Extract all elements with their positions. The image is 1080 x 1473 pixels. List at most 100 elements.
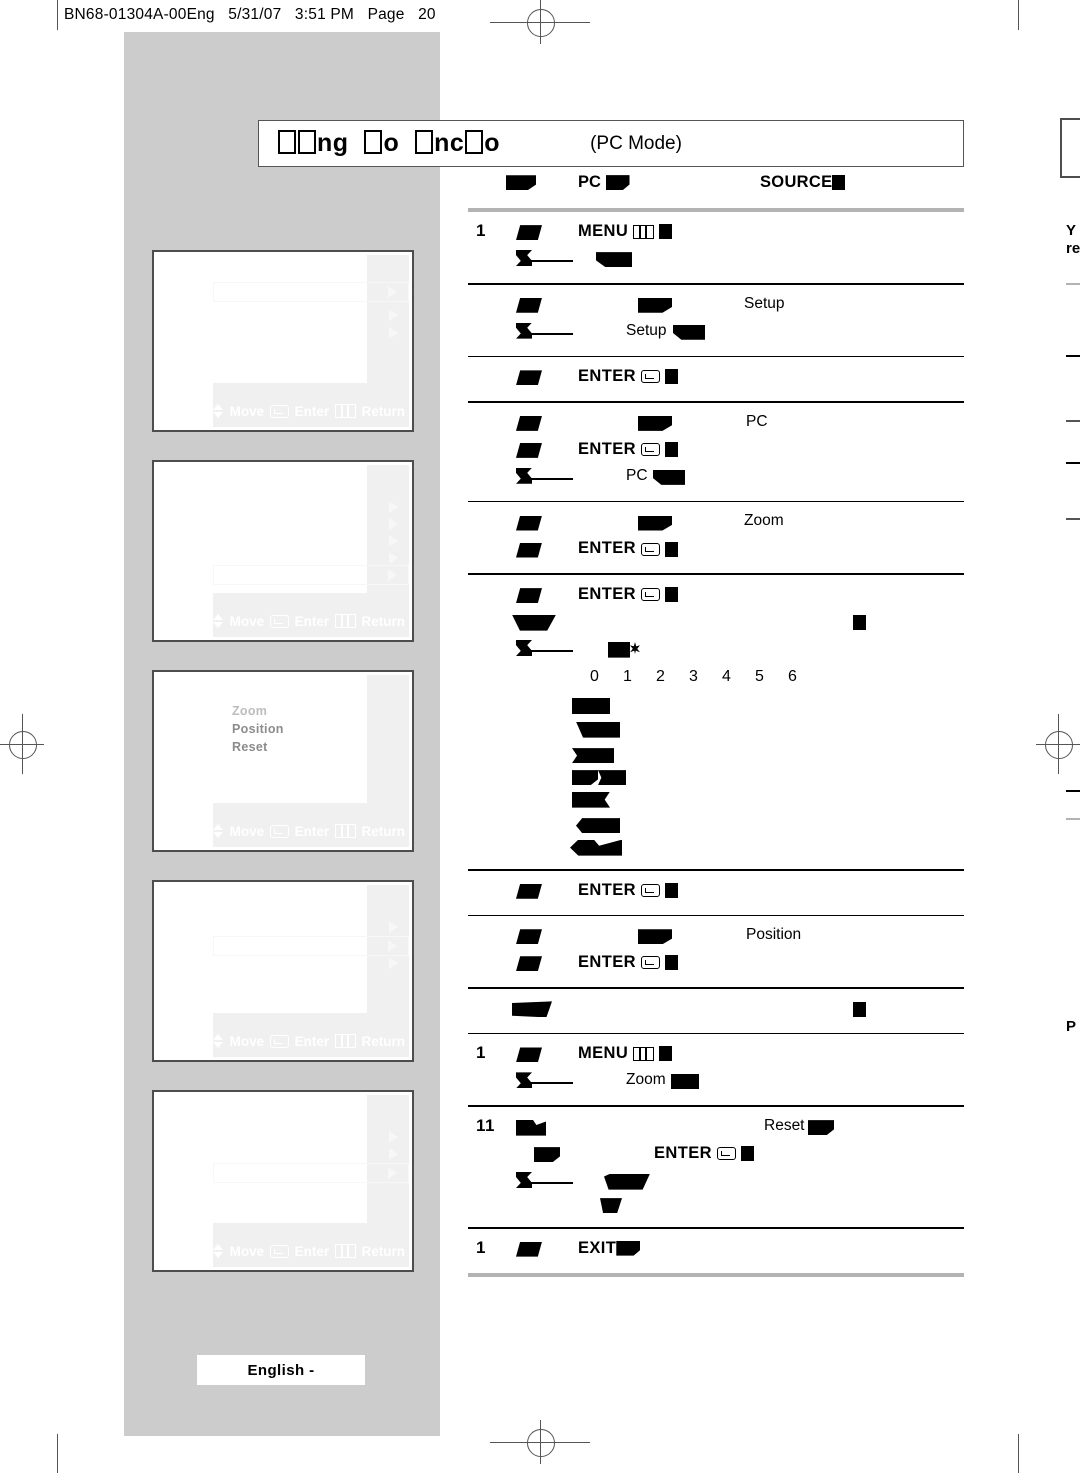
enter-icon bbox=[640, 442, 660, 456]
step-5-enter-label: ENTER bbox=[578, 539, 678, 558]
zoom-digit-3: 3 bbox=[689, 667, 698, 685]
step-6-enter-label: ENTER bbox=[578, 585, 678, 604]
step-8: Position ENTER bbox=[468, 916, 964, 987]
zoom-scale-digits: 0 1 2 3 4 5 6 bbox=[590, 668, 821, 686]
osd-5-row-2[interactable] bbox=[367, 1146, 409, 1164]
intro-keyword-source: SOURCE bbox=[760, 173, 846, 192]
osd-4-row-3[interactable] bbox=[367, 955, 409, 973]
enter-icon bbox=[270, 1034, 289, 1048]
zoom-digit-0: 0 bbox=[590, 667, 599, 685]
missing-glyph-box bbox=[298, 130, 316, 154]
registration-mark-top bbox=[490, 0, 590, 44]
slug-date: 5/31/07 bbox=[228, 6, 282, 23]
osd-4-enter-label: Enter bbox=[294, 1033, 330, 1049]
slug-document-id: BN68-01304A-00Eng bbox=[64, 6, 215, 23]
step-1-menu-label: MENU bbox=[578, 222, 673, 241]
slug-time: 3:51 PM bbox=[294, 6, 355, 23]
step-10-menu-label: MENU bbox=[578, 1044, 673, 1063]
osd-5-move-label: Move bbox=[229, 1243, 265, 1259]
menu-icon bbox=[335, 824, 356, 838]
osd-1-row-3[interactable] bbox=[367, 325, 409, 343]
enter-icon bbox=[640, 883, 660, 897]
up-down-arrow-icon bbox=[213, 1244, 224, 1258]
osd-4-return-label: Return bbox=[361, 1033, 406, 1049]
menu-icon bbox=[335, 1244, 356, 1258]
osd-2-row-3[interactable] bbox=[367, 533, 409, 551]
step-12: 1 EXIT bbox=[468, 1229, 964, 1273]
osd-1-row-2[interactable] bbox=[367, 307, 409, 325]
menu-icon bbox=[335, 404, 356, 418]
chevron-right-icon bbox=[389, 957, 398, 969]
osd-2-footer: Move Enter Return bbox=[213, 593, 409, 637]
osd-1-enter-label: Enter bbox=[294, 403, 330, 419]
osd-5-return-label: Return bbox=[361, 1243, 406, 1259]
chevron-right-icon bbox=[389, 921, 398, 933]
step-1: 1 MENU bbox=[468, 212, 964, 283]
osd-5-menu-panel: Move Enter Return bbox=[185, 1095, 409, 1267]
osd-2-row-2[interactable] bbox=[367, 516, 409, 534]
adjacent-rule-5 bbox=[1066, 518, 1080, 520]
missing-glyph-box bbox=[364, 130, 383, 154]
zoom-digit-6: 6 bbox=[788, 667, 797, 685]
chevron-right-icon bbox=[389, 309, 398, 321]
osd-1-row-1[interactable] bbox=[213, 282, 409, 302]
chevron-right-icon bbox=[388, 1167, 397, 1179]
step-5: Zoom ENTER bbox=[468, 502, 964, 573]
chevron-right-icon bbox=[389, 535, 398, 547]
section-title-bar: ng o nc o (PC Mode) bbox=[258, 120, 964, 167]
osd-3-item-reset[interactable]: Reset bbox=[232, 740, 268, 754]
enter-icon bbox=[270, 614, 289, 628]
step-2-setup-label: Setup bbox=[744, 294, 785, 312]
osd-2-row-5[interactable] bbox=[213, 565, 409, 585]
registration-mark-right bbox=[1036, 714, 1080, 774]
osd-5-enter-label: Enter bbox=[294, 1243, 330, 1259]
adjacent-page-frag-3: P bbox=[1066, 1018, 1077, 1035]
osd-4-row-1[interactable] bbox=[367, 919, 409, 937]
note-pin-icon bbox=[516, 322, 532, 339]
osd-5-footer: Move Enter Return bbox=[213, 1223, 409, 1267]
step-11-enter-label: ENTER bbox=[654, 1144, 754, 1163]
osd-4-row-2[interactable] bbox=[213, 936, 409, 956]
chevron-right-icon bbox=[388, 286, 397, 298]
crop-line-right-top bbox=[1018, 0, 1019, 30]
osd-3-item-zoom[interactable]: Zoom bbox=[232, 704, 267, 718]
step-3-enter-label: ENTER bbox=[578, 367, 678, 386]
step-7: ENTER bbox=[468, 871, 964, 915]
enter-icon bbox=[716, 1147, 736, 1161]
osd-3-move-label: Move bbox=[229, 823, 265, 839]
osd-screen-5: Move Enter Return bbox=[152, 1090, 414, 1272]
osd-3-menu-panel: Zoom Position Reset Move Enter Return bbox=[185, 675, 409, 847]
enter-icon bbox=[640, 588, 660, 602]
osd-2-move-label: Move bbox=[229, 613, 265, 629]
note-pin-icon bbox=[516, 639, 532, 656]
osd-5-row-3[interactable] bbox=[213, 1163, 409, 1183]
enter-icon bbox=[270, 404, 289, 418]
step-12-exit-label: EXIT bbox=[578, 1239, 641, 1258]
menu-icon bbox=[633, 224, 655, 239]
step-10: 1 MENU Zoom bbox=[468, 1034, 964, 1105]
osd-3-item-position[interactable]: Position bbox=[232, 722, 284, 736]
step-4: PC ENTER PC bbox=[468, 403, 964, 501]
slug-page-word: Page bbox=[367, 6, 405, 23]
adjacent-rule-2 bbox=[1066, 355, 1080, 357]
intro-keyword-pc: PC bbox=[578, 173, 630, 192]
chevron-right-icon bbox=[388, 569, 397, 581]
osd-1-menu-panel: Move Enter Return bbox=[185, 255, 409, 427]
osd-2-row-1[interactable] bbox=[367, 499, 409, 517]
step-2-note: Setup bbox=[468, 320, 964, 347]
language-footer: English - bbox=[197, 1355, 365, 1385]
osd-1-move-label: Move bbox=[229, 403, 265, 419]
osd-4-menu-panel: Move Enter Return bbox=[185, 885, 409, 1057]
up-down-arrow-icon bbox=[213, 824, 224, 838]
osd-4-footer: Move Enter Return bbox=[213, 1013, 409, 1057]
note-pin-icon bbox=[516, 1072, 532, 1089]
intro-blob-1 bbox=[506, 174, 536, 192]
step-8-enter-label: ENTER bbox=[578, 953, 678, 972]
osd-5-row-1[interactable] bbox=[367, 1129, 409, 1147]
language-footer-label: English - bbox=[247, 1361, 315, 1379]
page-slug: BN68-01304A-00Eng 5/31/07 3:51 PM Page 2… bbox=[64, 6, 445, 24]
osd-3-enter-label: Enter bbox=[294, 823, 330, 839]
osd-1-return-label: Return bbox=[361, 403, 406, 419]
adjacent-rule-3 bbox=[1066, 420, 1080, 422]
registration-mark-bottom bbox=[490, 1420, 590, 1464]
